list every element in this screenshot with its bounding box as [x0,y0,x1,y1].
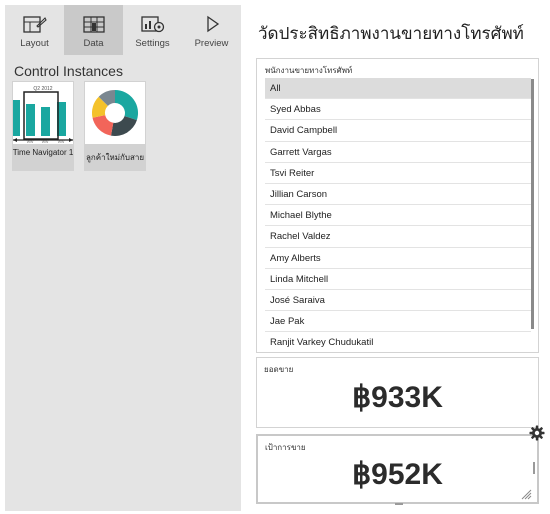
list-item[interactable]: Garrett Vargas [265,142,531,163]
control-instances-title: Control Instances [14,63,123,79]
list-item[interactable]: Tsvi Reiter [265,163,531,184]
list-item[interactable]: David Campbell [265,120,531,142]
data-tab-label: Data [83,38,104,49]
play-icon [206,15,219,33]
donut-chart-thumbnail [85,82,145,144]
time-navigator-caption: Time Navigator 1 [12,148,74,157]
time-navigator-axis-label: WW [58,140,65,144]
resize-grip-icon[interactable] [520,488,532,500]
list-item[interactable]: Jillian Carson [265,184,531,206]
list-item[interactable]: Michael Blythe [265,205,531,227]
salesperson-list: All Syed Abbas David Campbell Garrett Va… [265,78,531,352]
gear-icon[interactable] [529,425,545,441]
sales-target-kpi-label: เป้าการขาย [265,443,306,452]
list-item[interactable]: Amy Alberts [265,248,531,269]
sales-kpi-label: ยอดขาย [264,365,294,374]
layout-icon [22,16,47,33]
report-title: วัดประสิทธิภาพงานขายทางโทรศัพท์ [258,24,524,43]
list-item[interactable]: Rachel Valdez [265,226,531,248]
sales-kpi-card[interactable]: ยอดขาย ฿933K [256,357,539,428]
new-customer-chart-instance[interactable]: ลูกค้าใหม่กับสาย [84,81,146,171]
list-item[interactable]: Jae Pak [265,311,531,333]
sales-kpi-value: ฿933K [352,381,443,414]
list-item[interactable]: José Saraiva [265,290,531,312]
telesales-filter-panel: พนักงานขายทางโทรศัพท์ All Syed Abbas Dav… [256,58,539,353]
time-navigator-axis-label: WW [42,140,49,144]
preview-tab-button[interactable]: Preview [182,5,241,55]
list-item[interactable]: Syed Abbas [265,99,531,121]
bottom-resize-handle[interactable] [395,503,403,505]
settings-tab-button[interactable]: Settings [123,5,182,55]
list-item[interactable]: Ranjit Varkey Chudukatil [265,332,531,352]
list-item[interactable]: All [265,78,531,100]
filter-header: พนักงานขายทางโทรศัพท์ [265,66,353,75]
settings-icon [140,16,164,33]
data-grid-icon [82,16,105,33]
side-resize-handle[interactable] [533,462,535,474]
layout-tab-label: Layout [20,38,49,49]
designer-toolbar: Layout Data Settings Preview [5,5,241,55]
sales-target-kpi-card[interactable]: เป้าการขาย ฿952K [256,434,539,504]
list-scrollbar[interactable] [531,79,534,329]
settings-tab-label: Settings [135,38,170,49]
new-customer-chart-caption: ลูกค้าใหม่กับสาย [85,153,145,162]
layout-tab-button[interactable]: Layout [5,5,64,55]
time-navigator-axis-label: WW [27,140,34,144]
time-navigator-instance[interactable]: Q2 2012 WW WW WW Time Navigator 1 [12,81,74,171]
preview-tab-label: Preview [194,38,229,49]
time-navigator-thumb-label: Q2 2012 [33,86,52,92]
data-tab-button[interactable]: Data [64,5,123,55]
time-navigator-thumbnail: Q2 2012 WW WW WW [13,82,73,144]
sales-target-kpi-value: ฿952K [352,458,443,491]
list-item[interactable]: Linda Mitchell [265,269,531,290]
designer-panel: Layout Data Settings Preview Control Ins… [5,5,241,511]
